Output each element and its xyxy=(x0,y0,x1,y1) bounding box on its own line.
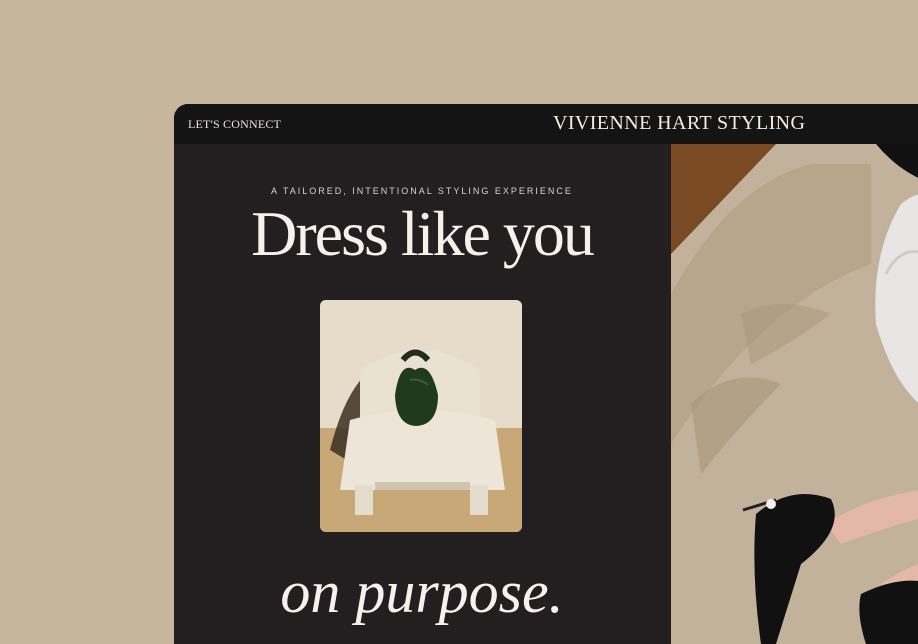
hero-tagline: on purpose. xyxy=(280,559,564,625)
hero-kicker: A TAILORED, INTENTIONAL STYLING EXPERIEN… xyxy=(271,186,573,196)
hero-headline: Dress like you xyxy=(251,198,595,269)
chair-handbag-photo xyxy=(320,300,522,532)
site-window: LET'S CONNECT VIVIENNE HART STYLING A TA… xyxy=(174,104,918,644)
woman-sofa-image xyxy=(671,144,918,644)
lets-connect-link[interactable]: LET'S CONNECT xyxy=(188,117,281,132)
brand-logo[interactable]: VIVIENNE HART STYLING xyxy=(553,112,805,135)
hero-text-panel: A TAILORED, INTENTIONAL STYLING EXPERIEN… xyxy=(174,144,670,644)
woman-sofa-photo xyxy=(671,144,918,644)
chair-handbag-image xyxy=(320,300,522,532)
top-bar: LET'S CONNECT VIVIENNE HART STYLING xyxy=(174,104,918,144)
